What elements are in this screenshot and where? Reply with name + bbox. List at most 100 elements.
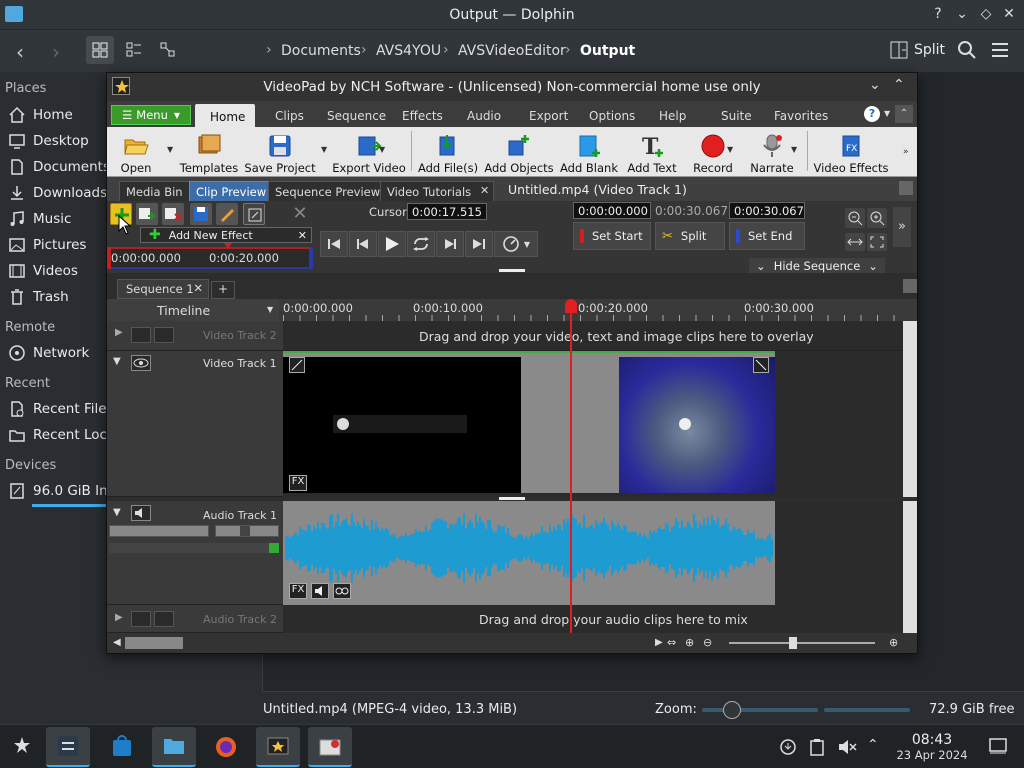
place-music[interactable]: Music — [8, 208, 108, 230]
video-track-2-lane[interactable]: Drag and drop your video, text and image… — [283, 321, 903, 351]
help-circle-icon[interactable]: ? — [864, 106, 880, 122]
breadcrumb-avs4you[interactable]: AVS4YOU — [376, 43, 441, 59]
expand-audio2-icon[interactable]: ▶ — [115, 612, 123, 623]
timeline-dropdown[interactable]: Timeline ▼ — [107, 299, 279, 321]
video-fx-button[interactable]: FX — [289, 475, 307, 491]
place-downloads[interactable]: Downloads — [8, 182, 108, 204]
app-launcher-icon[interactable] — [0, 727, 44, 767]
keyframe-icon[interactable] — [243, 203, 265, 225]
fullscreen-icon[interactable] — [867, 233, 887, 251]
add-blank-button[interactable]: Add Blank — [560, 129, 618, 175]
tab-media-bin[interactable]: Media Bin — [119, 181, 190, 201]
audio-volume-icon[interactable] — [311, 583, 329, 599]
open-dropdown-icon[interactable]: ▼ — [167, 145, 173, 154]
firefox-task[interactable] — [204, 727, 248, 767]
tab-audio[interactable]: Audio — [467, 109, 501, 123]
step-forward-button[interactable] — [436, 231, 464, 257]
search-icon[interactable] — [957, 40, 977, 60]
add-text-button[interactable]: T Add Text — [627, 129, 677, 175]
updates-tray-icon[interactable] — [779, 738, 797, 756]
place-network[interactable]: Network — [8, 342, 108, 364]
videopad-task[interactable] — [256, 727, 300, 767]
video-vscrollbar[interactable] — [903, 321, 917, 497]
audio-track-2-lane[interactable]: Drag and drop your audio clips here to m… — [283, 605, 903, 633]
back-icon[interactable]: ‹ — [16, 40, 24, 64]
save-project-button[interactable]: Save Project — [244, 129, 316, 175]
tab-options[interactable]: Options — [589, 109, 635, 123]
zoom-slider[interactable] — [702, 708, 818, 712]
tab-effects[interactable]: Effects — [402, 109, 443, 123]
fade-out-icon[interactable] — [753, 357, 769, 373]
place-desktop[interactable]: Desktop — [8, 130, 108, 152]
compact-view-button[interactable] — [120, 36, 148, 64]
clock-time[interactable]: 08:43 — [896, 732, 968, 748]
breadcrumb-avsvideoeditor[interactable]: AVSVideoEditor — [458, 43, 566, 59]
add-effect-secondary-icon[interactable] — [136, 203, 158, 225]
fit-timeline-icon[interactable]: ⇔ — [667, 636, 681, 650]
recent-locations[interactable]: Recent Locations — [8, 424, 108, 446]
eye-icon[interactable] — [131, 355, 151, 371]
open-button[interactable]: Open — [117, 129, 155, 175]
clear-effects-icon[interactable]: ✕ — [289, 203, 311, 225]
save-dropdown-icon[interactable]: ▼ — [321, 145, 327, 154]
tab-home[interactable]: Home — [195, 104, 255, 127]
clip-mini-timeline[interactable]: 0:00:00.000 0:00:20.000 — [107, 243, 313, 269]
hamburger-menu-icon[interactable] — [990, 40, 1010, 60]
export-video-button[interactable]: Export Video — [332, 129, 406, 175]
timeline-zoom-out-icon[interactable]: ⊖ — [703, 636, 717, 650]
go-end-button[interactable] — [465, 231, 493, 257]
tray-expand-icon[interactable]: ⌃ — [867, 737, 879, 753]
pan-slider[interactable] — [215, 525, 279, 537]
fit-width-icon[interactable] — [845, 233, 865, 251]
keep-above-icon[interactable]: ◇ — [976, 6, 996, 22]
help-icon[interactable]: ? — [928, 6, 948, 22]
zoom-out-icon[interactable] — [845, 208, 865, 228]
templates-button[interactable]: Templates — [180, 129, 238, 175]
fade-in-icon[interactable] — [289, 357, 305, 373]
avs-task[interactable] — [308, 727, 352, 767]
selection-end-field[interactable]: 0:00:30.067 — [729, 202, 805, 219]
tab-video-tutorials[interactable]: Video Tutorials ✕ — [380, 181, 495, 201]
pencil-icon[interactable] — [216, 203, 238, 225]
expand-panel-icon[interactable]: » — [893, 207, 911, 247]
remove-effect-icon[interactable] — [162, 203, 184, 225]
export-dropdown-icon[interactable]: ▼ — [379, 145, 385, 154]
place-videos[interactable]: Videos — [8, 260, 108, 282]
split-button[interactable]: Split — [890, 39, 950, 61]
details-view-button[interactable] — [154, 36, 182, 64]
breadcrumb-output[interactable]: Output — [580, 43, 635, 59]
discover-task[interactable] — [100, 727, 144, 767]
clipboard-tray-icon[interactable] — [809, 738, 825, 756]
audio-vscrollbar[interactable] — [903, 501, 917, 633]
loop-button[interactable] — [407, 231, 435, 257]
volume-muted-tray-icon[interactable] — [837, 738, 857, 756]
tab-sequence-preview[interactable]: Sequence Preview — [268, 181, 388, 201]
hide-sequence-button[interactable]: ⌄ Hide Sequence ⌄ — [749, 258, 885, 273]
add-objects-button[interactable]: Add Objects — [484, 129, 554, 175]
split-clip-button[interactable]: ✂ Split — [655, 222, 725, 250]
selection-start-field[interactable]: 0:00:00.000 — [573, 202, 651, 219]
track-splitter[interactable] — [499, 497, 525, 500]
minimize-icon[interactable]: ⌄ — [952, 6, 972, 22]
help-dropdown-icon[interactable]: ▼ — [884, 109, 890, 118]
timeline-undock-icon[interactable] — [903, 279, 917, 293]
zoom-slider-handle[interactable] — [723, 701, 741, 719]
save-effect-icon[interactable] — [190, 203, 212, 225]
menu-button[interactable]: ☰ Menu ▼ — [111, 105, 191, 125]
expand-track-icon[interactable]: ▶ — [115, 327, 123, 338]
tab-suite[interactable]: Suite — [721, 109, 752, 123]
tab-export[interactable]: Export — [529, 109, 568, 123]
tab-clips[interactable]: Clips — [275, 109, 304, 123]
timeline-zoom-slider[interactable] — [729, 642, 875, 644]
add-files-button[interactable]: Add File(s) — [418, 129, 478, 175]
audio-link-icon[interactable] — [333, 583, 351, 599]
dolphin-task[interactable] — [152, 727, 196, 767]
volume-slider[interactable] — [109, 525, 209, 537]
speaker-muted-icon[interactable] — [131, 611, 151, 627]
place-pictures[interactable]: Pictures — [8, 234, 108, 256]
collapse-audio-icon[interactable]: ▼ — [113, 507, 121, 518]
play-button[interactable] — [378, 231, 406, 257]
clock-date[interactable]: 23 Apr 2024 — [890, 748, 974, 762]
tab-sequence-1[interactable]: Sequence 1 ✕ — [117, 279, 209, 299]
breadcrumb-documents[interactable]: Documents — [281, 43, 361, 59]
